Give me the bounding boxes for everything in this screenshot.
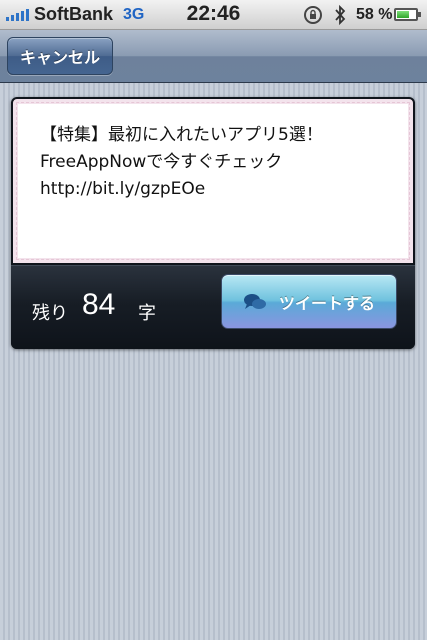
chat-bubbles-icon xyxy=(243,293,266,309)
bluetooth-icon xyxy=(335,4,346,26)
remaining-label: 残り xyxy=(32,303,68,324)
tweet-compose-panel: 【特集】最初に入れたいアプリ5選！ FreeAppNowで今すぐチェック htt… xyxy=(11,97,415,349)
tweet-text[interactable]: 【特集】最初に入れたいアプリ5選！ FreeAppNowで今すぐチェック htt… xyxy=(40,122,386,203)
remaining-unit: 字 xyxy=(138,303,156,324)
battery-icon xyxy=(394,8,421,21)
remaining-count: 84 xyxy=(82,288,116,321)
cancel-button[interactable]: キャンセル xyxy=(7,37,113,75)
navigation-bar: キャンセル xyxy=(0,30,427,83)
tweet-button-label[interactable]: ツイートする xyxy=(279,290,375,314)
status-bar: SoftBank 3G 22:46 58 % xyxy=(0,0,427,30)
tweet-button[interactable]: ツイートする xyxy=(221,274,397,329)
compose-toolbar: 残り 84 字 ツイートする xyxy=(11,265,415,349)
battery-fill xyxy=(397,11,409,18)
rotation-lock-icon xyxy=(304,6,322,24)
battery-percent: 58 % xyxy=(356,6,393,23)
tweet-text-area[interactable]: 【特集】最初に入れたいアプリ5選！ FreeAppNowで今すぐチェック htt… xyxy=(13,99,413,263)
